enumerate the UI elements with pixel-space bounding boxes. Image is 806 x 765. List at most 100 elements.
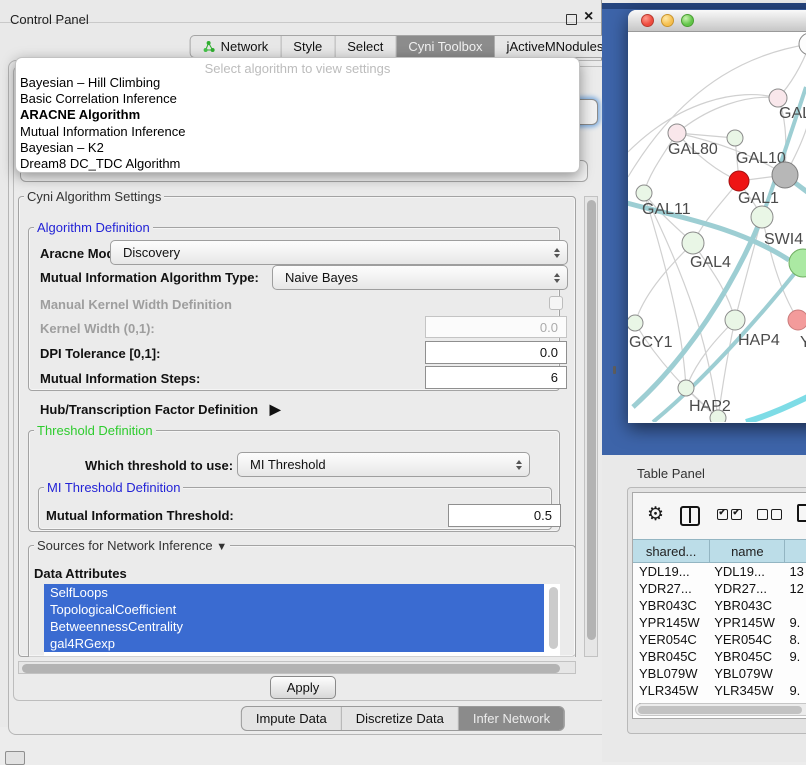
table-row[interactable]: YDL19...YDL19...13 (633, 563, 806, 580)
column-header-name[interactable]: name (710, 539, 785, 563)
network-node[interactable] (729, 171, 749, 191)
attribute-list-item[interactable]: TopologicalCoefficient (44, 601, 544, 618)
table-row[interactable]: YPR145WYPR145W9. (633, 614, 806, 631)
aracne-mode-select[interactable]: Discovery (110, 240, 568, 265)
mi-type-select[interactable]: Naive Bayes (272, 265, 568, 290)
network-node[interactable] (668, 124, 686, 142)
table-cell[interactable]: 9. (785, 614, 806, 631)
table-cell[interactable]: YER054C (710, 631, 785, 648)
hscrollbar-thumb[interactable] (22, 664, 560, 673)
table-row[interactable]: YBL079WYBL079W (633, 665, 806, 682)
new-table-icon[interactable] (797, 504, 806, 522)
tab-network[interactable]: Network (191, 36, 282, 57)
sources-group-title[interactable]: Sources for Network Inference ▼ (34, 538, 230, 553)
table-row[interactable]: YBR043CYBR043C (633, 597, 806, 614)
tab-style[interactable]: Style (281, 36, 335, 57)
network-node[interactable] (682, 232, 704, 254)
table-row[interactable]: YER054CYER054C8. (633, 631, 806, 648)
table-row[interactable]: YBR045CYBR045C9. (633, 648, 806, 665)
table-cell[interactable]: YER054C (633, 631, 710, 648)
table-cell[interactable]: 9. (785, 682, 806, 699)
deselect-all-checkbox-icon[interactable] (757, 509, 768, 520)
network-node[interactable] (710, 410, 726, 422)
zoom-traffic-light-icon[interactable] (681, 14, 694, 27)
column-header-partial[interactable] (785, 539, 806, 563)
network-canvas[interactable]: GALGAL80GAL10GAL1GAL11SWI4GAL4GCY1HAP4YH… (628, 32, 806, 422)
table-cell[interactable]: YDL19... (633, 563, 710, 580)
attribute-list-item[interactable]: SelfLoops (44, 584, 544, 601)
table-cell[interactable]: YBR045C (710, 648, 785, 665)
algorithm-option[interactable]: Basic Correlation Inference (16, 91, 579, 107)
table-cell[interactable]: YLR345W (710, 682, 785, 699)
algorithm-option[interactable]: Dream8 DC_TDC Algorithm (16, 156, 579, 172)
minimize-traffic-light-icon[interactable] (661, 14, 674, 27)
table-cell[interactable]: 12 (785, 580, 806, 597)
algorithm-option[interactable]: Bayesian – Hill Climbing (16, 75, 579, 91)
float-window-icon[interactable] (566, 14, 577, 25)
table-cell[interactable]: 13 (785, 563, 806, 580)
algorithm-option[interactable]: Bayesian – K2 (16, 140, 579, 156)
network-node[interactable] (628, 315, 643, 331)
table-cell[interactable]: YBL079W (710, 665, 785, 682)
network-node[interactable] (751, 206, 773, 228)
table-cell[interactable] (785, 597, 806, 614)
table-cell[interactable]: YBR043C (633, 597, 710, 614)
tab-discretize-data[interactable]: Discretize Data (342, 707, 459, 730)
network-node[interactable] (725, 310, 745, 330)
expand-right-icon[interactable]: ▶ (270, 401, 281, 417)
attribute-list-item[interactable]: BetweennessCentrality (44, 618, 544, 635)
network-view-window[interactable]: GALGAL80GAL10GAL1GAL11SWI4GAL4GCY1HAP4YH… (628, 10, 806, 423)
table-cell[interactable]: YBL079W (633, 665, 710, 682)
manual-kernel-checkbox[interactable] (549, 296, 563, 310)
table-row[interactable]: YLR345WYLR345W9. (633, 682, 806, 699)
network-node[interactable] (636, 185, 652, 201)
network-window-titlebar[interactable] (628, 10, 806, 32)
table-row[interactable]: YDR27...YDR27...12 (633, 580, 806, 597)
table-cell[interactable]: 9. (785, 648, 806, 665)
table-cell[interactable]: YDR27... (710, 580, 785, 597)
table-hscrollbar-thumb[interactable] (638, 706, 802, 714)
table-cell[interactable]: YLR345W (633, 682, 710, 699)
mi-steps-input[interactable] (425, 366, 567, 389)
close-traffic-light-icon[interactable] (641, 14, 654, 27)
hub-definition-expander[interactable]: Hub/Transcription Factor Definition ▶ (40, 401, 281, 418)
settings-vscrollbar[interactable] (584, 196, 598, 657)
vscrollbar-thumb[interactable] (587, 200, 596, 640)
table-cell[interactable]: 8. (785, 631, 806, 648)
collapsed-corner-button[interactable] (5, 751, 25, 765)
tab-select[interactable]: Select (335, 36, 396, 57)
network-node[interactable] (788, 310, 806, 330)
dpi-tolerance-input[interactable] (425, 341, 567, 364)
table-cell[interactable]: YDL19... (710, 563, 785, 580)
table-cell[interactable] (785, 665, 806, 682)
show-columns-icon[interactable] (680, 506, 700, 526)
network-node[interactable] (678, 380, 694, 396)
network-node[interactable] (772, 162, 798, 188)
select-all-checkbox-icon[interactable] (731, 509, 742, 520)
network-node[interactable] (789, 249, 806, 277)
attribute-list-item[interactable]: gal4RGexp (44, 635, 544, 652)
split-pane-grip[interactable] (613, 366, 616, 374)
settings-hscrollbar[interactable] (18, 661, 576, 674)
network-node[interactable] (727, 130, 743, 146)
select-all-checkbox-icon[interactable] (717, 509, 728, 520)
network-node[interactable] (799, 33, 806, 55)
table-hscrollbar[interactable] (635, 703, 806, 716)
table-cell[interactable]: YPR145W (633, 614, 710, 631)
mi-threshold-input[interactable] (448, 504, 561, 527)
table-cell[interactable]: YBR043C (710, 597, 785, 614)
table-cell[interactable]: YPR145W (710, 614, 785, 631)
algorithm-option[interactable]: Mutual Information Inference (16, 124, 579, 140)
tab-jactivemnodules[interactable]: jActiveMNodules (495, 36, 616, 57)
deselect-all-checkbox-icon[interactable] (771, 509, 782, 520)
gear-icon[interactable]: ⚙ (647, 503, 664, 526)
collapse-down-icon[interactable]: ▼ (216, 541, 227, 553)
data-attributes-list[interactable]: SelfLoopsTopologicalCoefficientBetweenne… (44, 584, 560, 656)
tab-impute-data[interactable]: Impute Data (242, 707, 342, 730)
which-threshold-select[interactable]: MI Threshold (237, 452, 530, 477)
tab-infer-network[interactable]: Infer Network (459, 707, 564, 730)
tab-cyni-toolbox[interactable]: Cyni Toolbox (396, 36, 494, 57)
close-icon[interactable]: × (584, 8, 593, 26)
table-cell[interactable]: YBR045C (633, 648, 710, 665)
algorithm-option[interactable]: ARACNE Algorithm (16, 107, 579, 123)
